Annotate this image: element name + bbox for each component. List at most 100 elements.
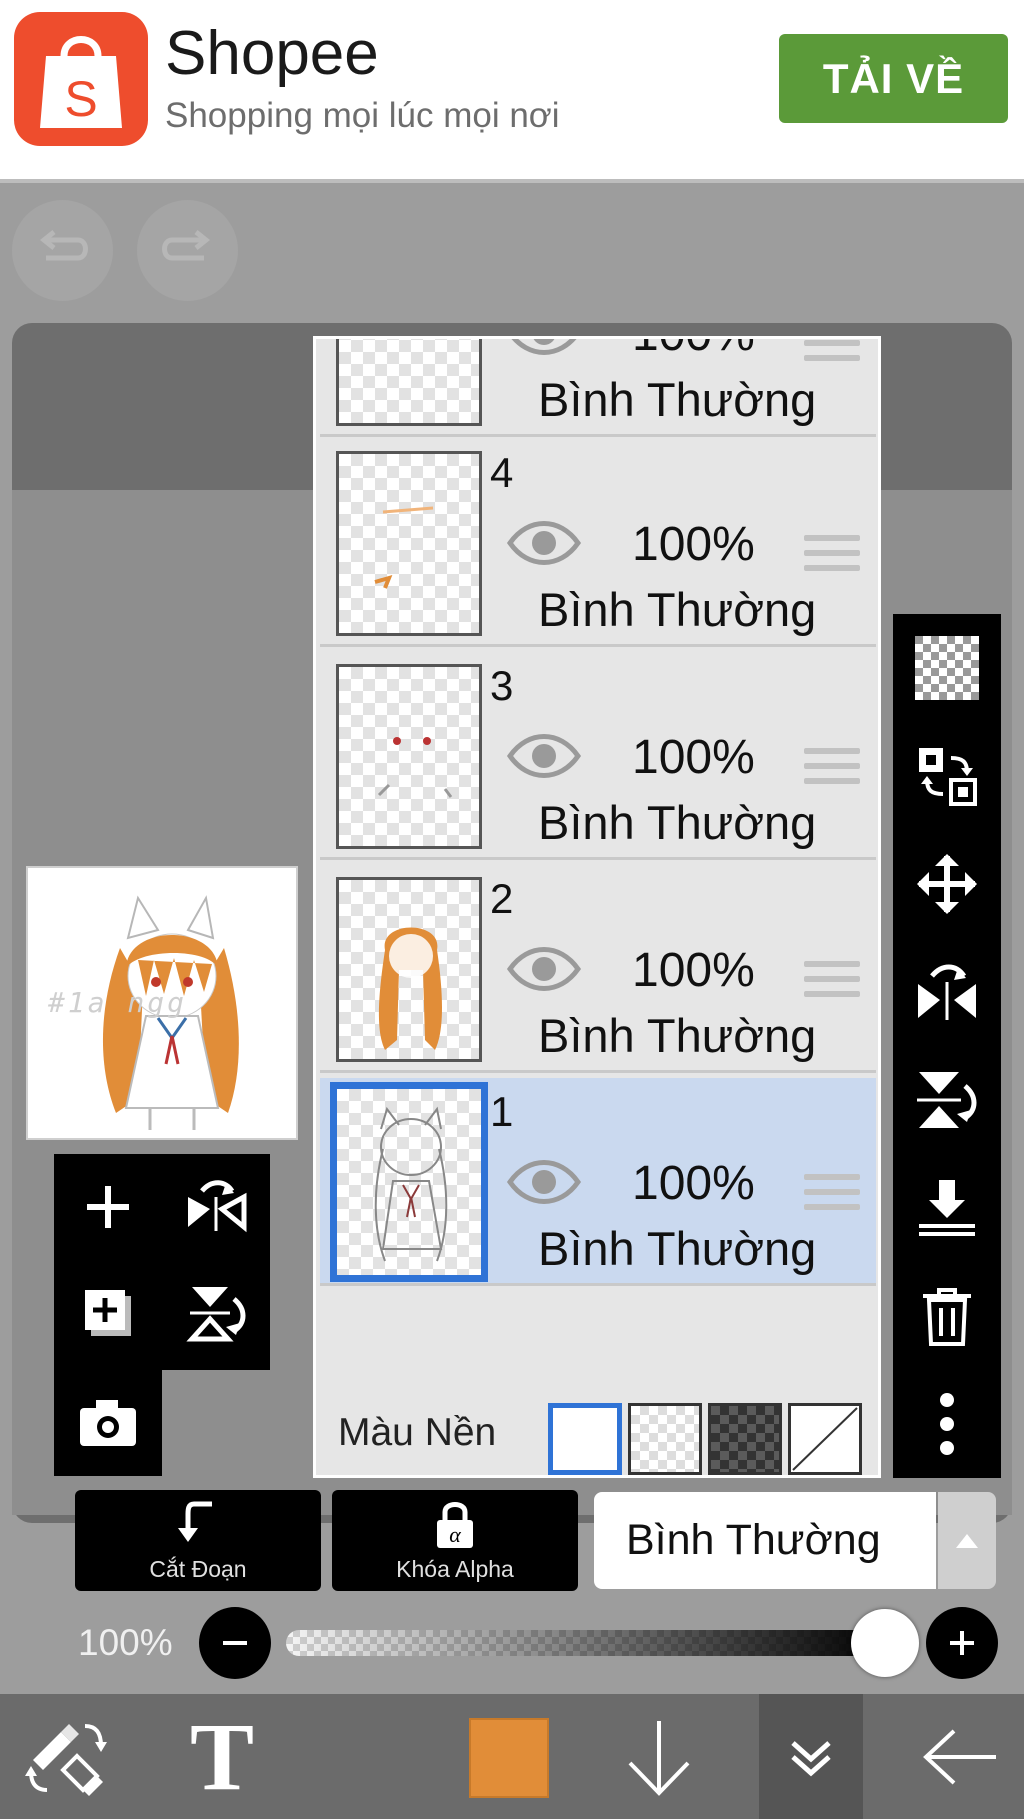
visibility-toggle[interactable] bbox=[506, 339, 582, 364]
layer-thumbnail[interactable] bbox=[336, 339, 482, 426]
right-toolbar bbox=[893, 614, 1001, 1478]
download-arrow-button[interactable] bbox=[605, 1694, 713, 1819]
flip-layer-horizontal-button[interactable] bbox=[162, 1154, 270, 1260]
drag-handle-icon[interactable] bbox=[804, 1174, 860, 1219]
eye-icon bbox=[506, 1160, 582, 1204]
camera-panel bbox=[54, 1370, 162, 1476]
blend-mode-dropdown-button[interactable] bbox=[938, 1492, 996, 1589]
layer-opacity: 100% bbox=[632, 339, 755, 362]
visibility-toggle[interactable] bbox=[506, 517, 582, 574]
undo-button[interactable] bbox=[12, 200, 113, 301]
layer-blend-mode[interactable]: Bình Thường bbox=[538, 372, 816, 427]
shopee-logo-icon[interactable]: S bbox=[14, 12, 148, 146]
move-button[interactable] bbox=[893, 830, 1001, 938]
ad-subtitle: Shopping mọi lúc mọi nơi bbox=[165, 96, 560, 135]
layer-row[interactable]: 5 100% Bình Thường bbox=[320, 339, 876, 437]
drag-handle-icon[interactable] bbox=[804, 748, 860, 793]
camera-button[interactable] bbox=[54, 1370, 162, 1476]
plus-icon bbox=[950, 1631, 974, 1655]
duplicate-layer-button[interactable] bbox=[54, 1260, 162, 1366]
canvas-preview: #1a ngg bbox=[26, 866, 298, 1140]
layer-row[interactable]: 2 100% Bình Thường bbox=[320, 865, 876, 1073]
duplicate-layer-icon bbox=[85, 1290, 131, 1336]
layer-thumbnail[interactable] bbox=[336, 451, 482, 636]
svg-text:S: S bbox=[64, 71, 97, 127]
text-tool-button[interactable]: T bbox=[168, 1694, 276, 1819]
alpha-lock-button[interactable]: α Khóa Alpha bbox=[332, 1490, 578, 1591]
layer-number: 2 bbox=[490, 875, 514, 922]
clip-arrow-icon bbox=[178, 1501, 212, 1542]
drag-handle-icon[interactable] bbox=[804, 961, 860, 1006]
background-none-swatch[interactable] bbox=[788, 1403, 862, 1475]
ad-banner[interactable]: S Shopee Shopping mọi lúc mọi nơi TẢI VỀ bbox=[0, 0, 1024, 183]
layer-opacity: 100% bbox=[632, 518, 755, 571]
layer-thumbnail[interactable] bbox=[336, 877, 482, 1062]
ad-title: Shopee bbox=[165, 19, 379, 88]
flip-layer-vertical-button[interactable] bbox=[162, 1260, 270, 1366]
background-white-swatch[interactable] bbox=[548, 1403, 622, 1475]
layers-panel[interactable]: 5 100% Bình Thường 4 100% Bình Thường 3 … bbox=[313, 336, 881, 1478]
background-dark-swatch[interactable] bbox=[708, 1403, 782, 1475]
eye-icon bbox=[506, 734, 582, 778]
redo-icon bbox=[162, 230, 211, 261]
layer-tools-panel bbox=[54, 1154, 270, 1370]
ad-download-button[interactable]: TẢI VỀ bbox=[779, 34, 1008, 123]
layer-number: 4 bbox=[490, 449, 514, 496]
checker-icon bbox=[915, 636, 979, 700]
opacity-slider-thumb[interactable] bbox=[851, 1609, 919, 1677]
opacity-slider[interactable] bbox=[286, 1630, 886, 1656]
clipping-button[interactable]: Cắt Đoạn bbox=[75, 1490, 321, 1591]
layer-row-selected[interactable]: 1 100% Bình Thường bbox=[320, 1078, 876, 1286]
camera-icon bbox=[80, 1400, 136, 1446]
swap-layer-button[interactable] bbox=[893, 722, 1001, 830]
layer-opacity: 100% bbox=[632, 731, 755, 784]
layer-opacity: 100% bbox=[632, 1157, 755, 1210]
transform-tool-button[interactable] bbox=[12, 1694, 120, 1819]
swap-layer-icon bbox=[919, 748, 977, 806]
visibility-toggle[interactable] bbox=[506, 943, 582, 1000]
back-button[interactable] bbox=[906, 1694, 1014, 1819]
layer-row[interactable]: 3 100% Bình Thường bbox=[320, 652, 876, 860]
triangle-up-icon bbox=[956, 1533, 978, 1548]
visibility-toggle[interactable] bbox=[506, 1156, 582, 1213]
background-color-row: Màu Nền bbox=[316, 1375, 878, 1475]
drag-handle-icon[interactable] bbox=[804, 535, 860, 580]
back-arrow-icon bbox=[923, 1729, 996, 1784]
drag-handle-icon[interactable] bbox=[804, 339, 860, 370]
redo-button[interactable] bbox=[137, 200, 238, 301]
layer-blend-mode[interactable]: Bình Thường bbox=[538, 582, 816, 637]
opacity-increase-button[interactable] bbox=[926, 1607, 998, 1679]
layer-thumbnail[interactable] bbox=[330, 1082, 488, 1282]
lock-icon: α bbox=[437, 1502, 473, 1548]
eye-icon bbox=[506, 521, 582, 565]
bottom-toolbar: T bbox=[0, 1694, 1024, 1819]
color-swatch[interactable] bbox=[469, 1718, 549, 1798]
transparency-button[interactable] bbox=[893, 614, 1001, 722]
visibility-toggle[interactable] bbox=[506, 730, 582, 787]
layer-blend-mode[interactable]: Bình Thường bbox=[538, 795, 816, 850]
flip-vertical-icon bbox=[917, 1072, 977, 1128]
layer-blend-mode[interactable]: Bình Thường bbox=[538, 1008, 816, 1063]
background-transparent-swatch[interactable] bbox=[628, 1403, 702, 1475]
add-layer-button[interactable] bbox=[54, 1154, 162, 1260]
delete-layer-button[interactable] bbox=[893, 1262, 1001, 1370]
trash-icon bbox=[923, 1288, 971, 1346]
flip-horizontal-icon bbox=[918, 964, 976, 1020]
layer-row[interactable]: 4 100% Bình Thường bbox=[320, 439, 876, 647]
add-layer-icon bbox=[87, 1186, 129, 1228]
alpha-lock-label: Khóa Alpha bbox=[396, 1556, 514, 1582]
preview-watermark: #1a ngg bbox=[48, 986, 188, 1019]
more-icon bbox=[940, 1393, 954, 1455]
blend-mode-select[interactable]: Bình Thường bbox=[594, 1492, 936, 1589]
layer-opacity: 100% bbox=[632, 944, 755, 997]
more-options-button[interactable] bbox=[893, 1370, 1001, 1478]
layer-thumbnail[interactable] bbox=[336, 664, 482, 849]
flip-vertical-button[interactable] bbox=[893, 1046, 1001, 1154]
eye-icon bbox=[506, 947, 582, 991]
flip-horizontal-button[interactable] bbox=[893, 938, 1001, 1046]
layers-button[interactable] bbox=[759, 1694, 863, 1819]
merge-down-button[interactable] bbox=[893, 1154, 1001, 1262]
opacity-decrease-button[interactable] bbox=[199, 1607, 271, 1679]
flip-horizontal-icon bbox=[188, 1180, 247, 1233]
layer-blend-mode[interactable]: Bình Thường bbox=[538, 1221, 816, 1276]
